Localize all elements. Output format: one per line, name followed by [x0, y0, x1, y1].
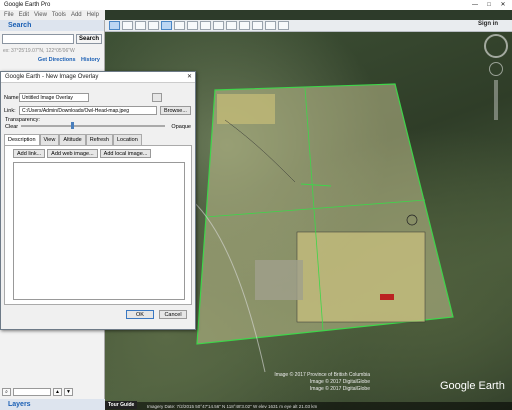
- dialog-tabs: Description View Altitude Refresh Locati…: [4, 134, 192, 145]
- move-down-icon[interactable]: ▼: [64, 388, 73, 396]
- historical-imagery-button[interactable]: [187, 21, 198, 30]
- description-panel: Add link... Add web image... Add local i…: [4, 145, 192, 305]
- image-overlay-button[interactable]: [161, 21, 172, 30]
- ruler-button[interactable]: [226, 21, 237, 30]
- menu-help[interactable]: Help: [87, 12, 99, 18]
- window-titlebar: Google Earth Pro — □ ✕: [0, 0, 512, 10]
- search-header[interactable]: Search: [0, 20, 104, 31]
- ok-button[interactable]: OK: [126, 310, 154, 319]
- menu-edit[interactable]: Edit: [19, 12, 29, 18]
- tab-refresh[interactable]: Refresh: [85, 134, 113, 145]
- minimize-button[interactable]: —: [468, 0, 482, 10]
- places-toolbar: ⌕ ▲ ▼: [0, 386, 105, 398]
- menu-tools[interactable]: Tools: [52, 12, 66, 18]
- zoom-slider[interactable]: [494, 80, 498, 120]
- add-link-button[interactable]: Add link...: [13, 149, 46, 158]
- cancel-button[interactable]: Cancel: [159, 310, 187, 319]
- window-title: Google Earth Pro: [4, 2, 51, 8]
- overlay-photo: [255, 260, 303, 300]
- placemark-icon-button[interactable]: [152, 93, 162, 102]
- legend-swatch: [380, 294, 394, 300]
- places-filter[interactable]: [13, 388, 51, 396]
- search-input[interactable]: [2, 34, 74, 44]
- dialog-close-icon[interactable]: ✕: [187, 72, 192, 83]
- menu-file[interactable]: File: [4, 12, 14, 18]
- save-image-button[interactable]: [265, 21, 276, 30]
- credit-line: Image © 2017 Province of British Columbi…: [274, 372, 370, 378]
- credit-line: Image © 2017 DigitalGlobe: [309, 386, 370, 392]
- overlay-legend: [296, 231, 426, 323]
- menu-view[interactable]: View: [34, 12, 47, 18]
- main-toolbar: Sign in: [105, 20, 512, 32]
- name-field[interactable]: [19, 93, 89, 102]
- move-joystick-icon[interactable]: [489, 62, 503, 76]
- new-image-overlay-dialog: Google Earth - New Image Overlay ✕ Name:…: [0, 71, 196, 330]
- add-local-image-button[interactable]: Add local image...: [99, 149, 152, 158]
- polygon-button[interactable]: [135, 21, 146, 30]
- search-button[interactable]: Search: [76, 34, 103, 44]
- layers-header[interactable]: Layers: [0, 399, 105, 410]
- add-web-image-button[interactable]: Add web image...: [47, 149, 98, 158]
- email-button[interactable]: [239, 21, 250, 30]
- path-button[interactable]: [148, 21, 159, 30]
- tab-location[interactable]: Location: [112, 134, 142, 145]
- sidebar-toggle-button[interactable]: [109, 21, 120, 30]
- browse-button[interactable]: Browse...: [160, 106, 191, 115]
- transparency-label: Transparency:: [5, 117, 40, 123]
- dialog-titlebar[interactable]: Google Earth - New Image Overlay ✕: [1, 72, 195, 83]
- record-tour-button[interactable]: [174, 21, 185, 30]
- tab-view[interactable]: View: [39, 134, 60, 145]
- get-directions-link[interactable]: Get Directions: [38, 57, 76, 63]
- dialog-title: Google Earth - New Image Overlay: [5, 74, 99, 80]
- status-bar: Imagery Date: 7/2/2015 50°47'14.56" N 11…: [105, 402, 512, 410]
- look-joystick-icon[interactable]: [484, 34, 508, 58]
- description-textarea[interactable]: [13, 162, 185, 300]
- search-hint: ex: 37°25'19.07"N, 122°05'06"W: [3, 48, 75, 54]
- tab-description[interactable]: Description: [4, 134, 40, 145]
- close-button[interactable]: ✕: [496, 0, 510, 10]
- opaque-label: Opaque: [171, 124, 191, 130]
- maps-view-button[interactable]: [278, 21, 289, 30]
- tab-altitude[interactable]: Altitude: [59, 134, 86, 145]
- clear-label: Clear: [5, 124, 19, 130]
- signin-button[interactable]: Sign in: [478, 21, 498, 27]
- overlay-map-title: [217, 94, 275, 124]
- link-field[interactable]: [19, 106, 157, 115]
- credit-line: Image © 2017 DigitalGlobe: [309, 379, 370, 385]
- history-link[interactable]: History: [81, 57, 100, 63]
- menu-bar: File Edit View Tools Add Help: [0, 10, 105, 20]
- planets-button[interactable]: [213, 21, 224, 30]
- name-label: Name:: [4, 94, 21, 101]
- slider-track: [21, 125, 165, 127]
- slider-thumb[interactable]: [71, 122, 75, 129]
- menu-add[interactable]: Add: [71, 12, 82, 18]
- search-places-icon[interactable]: ⌕: [2, 388, 11, 396]
- link-label: Link:: [4, 107, 16, 114]
- transparency-slider[interactable]: [21, 122, 165, 129]
- imagery-credits: Image © 2017 Province of British Columbi…: [255, 372, 370, 393]
- status-text: Imagery Date: 7/2/2015 50°47'14.56" N 11…: [147, 403, 318, 409]
- placemark-button[interactable]: [122, 21, 133, 30]
- sunlight-button[interactable]: [200, 21, 211, 30]
- move-up-icon[interactable]: ▲: [53, 388, 62, 396]
- maximize-button[interactable]: □: [482, 0, 496, 10]
- tour-guide-button[interactable]: Tour Guide: [105, 401, 138, 409]
- google-earth-logo: Google Earth: [440, 380, 505, 392]
- print-button[interactable]: [252, 21, 263, 30]
